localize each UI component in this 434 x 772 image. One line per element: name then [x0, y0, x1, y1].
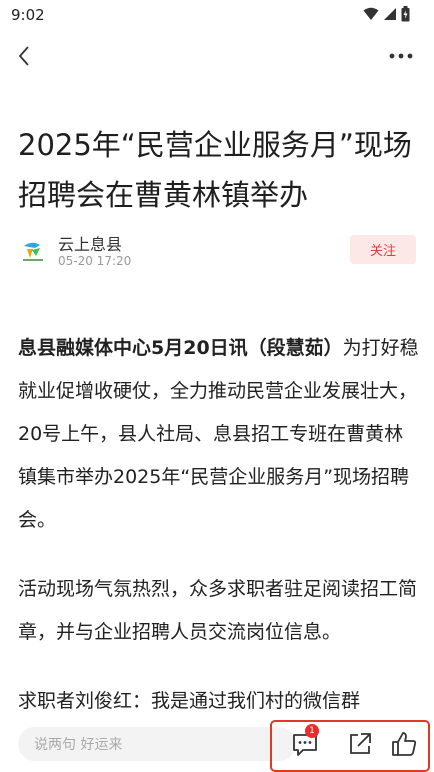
- like-button[interactable]: [390, 729, 418, 759]
- bottom-bar: 说两句 好运来 1: [0, 712, 434, 772]
- paragraph-text: 为打好稳就业促增收硬仗，全力推动民营企业发展壮大，20号上午，县人社局、息县招工…: [18, 337, 419, 531]
- paragraph: 活动现场气氛热烈，众多求职者驻足阅读招工简章，并与企业招聘人员交流岗位信息。: [18, 568, 420, 654]
- paragraph-text: 活动现场气氛热烈，众多求职者驻足阅读招工简章，并与企业招聘人员交流岗位信息。: [18, 578, 418, 643]
- article-body: 息县融媒体中心5月20日讯（段慧茹）为打好稳就业促增收硬仗，全力推动民营企业发展…: [18, 327, 420, 749]
- publish-time: 05-20 17:20: [58, 254, 132, 268]
- paragraph-text: 求职者刘俊红：我是通过我们村的微信群: [18, 690, 361, 712]
- comment-count-badge: 1: [305, 724, 319, 738]
- like-icon: [392, 732, 417, 756]
- author-logo-icon: [23, 242, 43, 261]
- back-icon: [18, 46, 29, 66]
- status-time: 9:02: [11, 6, 45, 24]
- status-bar: 9:02: [0, 0, 434, 30]
- author-logo[interactable]: [18, 236, 48, 266]
- more-button[interactable]: [386, 42, 416, 70]
- signal-icon: [384, 8, 396, 20]
- author-name[interactable]: 云上息县: [58, 231, 122, 255]
- back-button[interactable]: [10, 42, 38, 70]
- author-row: 云上息县 05-20 17:20 关注: [18, 228, 416, 272]
- share-icon: [350, 733, 371, 754]
- status-icons: [363, 6, 410, 22]
- paragraph: 息县融媒体中心5月20日讯（段慧茹）为打好稳就业促增收硬仗，全力推动民营企业发展…: [18, 327, 420, 542]
- wifi-icon: [363, 7, 379, 20]
- paragraph-lead: 息县融媒体中心5月20日讯（段慧茹）: [18, 337, 343, 359]
- share-button[interactable]: [346, 730, 374, 758]
- comment-input[interactable]: 说两句 好运来: [18, 727, 296, 761]
- article-title: 2025年“民营企业服务月”现场招聘会在曹黄林镇举办: [18, 128, 412, 212]
- follow-button[interactable]: 关注: [350, 235, 416, 264]
- battery-icon: [401, 6, 410, 22]
- more-icon: [389, 53, 413, 59]
